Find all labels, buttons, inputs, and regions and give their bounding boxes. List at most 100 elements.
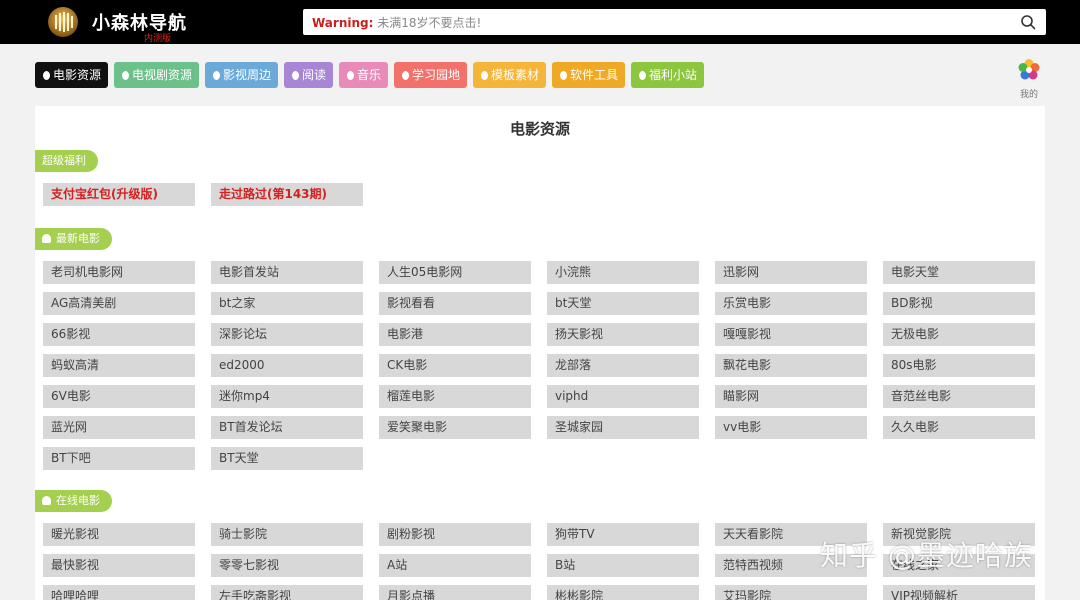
site-link[interactable]: 66影视 (43, 323, 195, 346)
search-icon[interactable] (1020, 14, 1036, 30)
site-link[interactable]: 左手吃斋影视 (211, 585, 363, 600)
site-link[interactable]: 艾玛影院 (715, 585, 867, 600)
site-link[interactable]: 音范丝电影 (883, 385, 1035, 408)
watermark: 知乎 @墨迹哈族 (820, 539, 1033, 572)
site-link[interactable]: 月影点播 (379, 585, 531, 600)
site-link[interactable]: bt天堂 (547, 292, 699, 315)
section-title: 超级福利 (42, 154, 86, 167)
tab-welfare[interactable]: 福利小站 (631, 62, 704, 88)
tab-music[interactable]: 音乐 (339, 62, 388, 88)
site-link[interactable]: 蚂蚁高清 (43, 354, 195, 377)
tab-software-tools[interactable]: 软件工具 (552, 62, 625, 88)
site-link[interactable]: 支付宝红包(升级版) (43, 183, 195, 206)
site-link[interactable]: 深影论坛 (211, 323, 363, 346)
top-header: 小森林导航 内测版 Warning: 未满18岁不要点击! (0, 0, 1080, 44)
my-account-label: 我的 (1019, 90, 1038, 100)
site-subtitle: 内测版 (144, 34, 172, 44)
tab-label: 福利小站 (649, 68, 698, 82)
site-link[interactable]: 哈哩哈哩 (43, 585, 195, 600)
site-link[interactable]: 彬彬影院 (547, 585, 699, 600)
site-link[interactable]: bt之家 (211, 292, 363, 315)
section-icon (42, 496, 51, 505)
site-link[interactable]: 爱笑聚电影 (379, 416, 531, 439)
tab-study[interactable]: 学习园地 (394, 62, 467, 88)
search-warning-text: 未满18岁不要点击! (377, 16, 482, 30)
site-link[interactable]: 暖光影视 (43, 523, 195, 546)
site-link[interactable]: AG高清美剧 (43, 292, 195, 315)
site-link[interactable]: BD影视 (883, 292, 1035, 315)
tab-label: 模板素材 (491, 68, 540, 82)
site-link[interactable]: BT下吧 (43, 447, 195, 470)
site-link[interactable]: VIP视频解析 (883, 585, 1035, 600)
site-link[interactable]: 迷你mp4 (211, 385, 363, 408)
search-placeholder: Warning: 未满18岁不要点击! (312, 14, 481, 31)
site-link[interactable]: ed2000 (211, 354, 363, 377)
tab-movie-resources[interactable]: 电影资源 (35, 62, 108, 88)
site-link[interactable]: 乐赏电影 (715, 292, 867, 315)
logo-icon[interactable] (48, 7, 78, 37)
site-link[interactable]: 瞄影网 (715, 385, 867, 408)
tab-film-peripherals[interactable]: 影视周边 (205, 62, 278, 88)
site-link[interactable]: 飘花电影 (715, 354, 867, 377)
page-title: 电影资源 (509, 120, 570, 138)
site-link[interactable]: B站 (547, 554, 699, 577)
section-super-welfare-badge: 超级福利 (35, 150, 98, 172)
site-link[interactable]: 扬天影视 (547, 323, 699, 346)
pin-icon (639, 71, 646, 80)
site-title[interactable]: 小森林导航 (92, 9, 187, 35)
site-link[interactable]: A站 (379, 554, 531, 577)
section-title: 在线电影 (56, 494, 100, 507)
site-link[interactable]: 电影港 (379, 323, 531, 346)
tab-templates[interactable]: 模板素材 (473, 62, 546, 88)
flower-avatar-icon (1018, 59, 1040, 80)
site-link[interactable]: BT天堂 (211, 447, 363, 470)
my-account-button[interactable]: 我的 (1016, 58, 1042, 100)
site-link[interactable]: 圣城家园 (547, 416, 699, 439)
search-input[interactable]: Warning: 未满18岁不要点击! (303, 9, 1046, 35)
pin-icon (292, 71, 299, 80)
site-link[interactable]: 骑士影院 (211, 523, 363, 546)
site-link[interactable]: 嘎嘎影视 (715, 323, 867, 346)
section-title: 最新电影 (56, 232, 100, 245)
tab-label: 阅读 (302, 68, 327, 82)
site-link[interactable]: 电影天堂 (883, 261, 1035, 284)
site-link[interactable]: 走过路过(第143期) (211, 183, 363, 206)
site-link[interactable]: vv电影 (715, 416, 867, 439)
pin-icon (43, 71, 50, 80)
site-link[interactable]: 人生05电影网 (379, 261, 531, 284)
site-link[interactable]: 老司机电影网 (43, 261, 195, 284)
pin-icon (402, 71, 409, 80)
tab-label: 学习园地 (412, 68, 461, 82)
site-link[interactable]: 影视看看 (379, 292, 531, 315)
site-link[interactable]: 最快影视 (43, 554, 195, 577)
tab-label: 音乐 (357, 68, 382, 82)
tab-tv-resources[interactable]: 电视剧资源 (114, 62, 199, 88)
pin-icon (347, 71, 354, 80)
site-link[interactable]: 蓝光网 (43, 416, 195, 439)
site-link[interactable]: 龙部落 (547, 354, 699, 377)
site-link[interactable]: CK电影 (379, 354, 531, 377)
tab-reading[interactable]: 阅读 (284, 62, 333, 88)
section-online-movies-badge: 在线电影 (35, 490, 112, 512)
search-warning-label: Warning: (312, 16, 374, 30)
site-link[interactable]: viphd (547, 385, 699, 408)
site-link[interactable]: 剧粉影视 (379, 523, 531, 546)
content-card: 电影资源 超级福利支付宝红包(升级版) 走过路过(第143期) 最新电影老司机电影网… (35, 106, 1045, 600)
site-link[interactable]: 无极电影 (883, 323, 1035, 346)
pin-icon (213, 71, 220, 80)
tab-label: 电视剧资源 (132, 68, 193, 82)
tab-label: 电影资源 (53, 68, 102, 82)
site-link[interactable]: BT首发论坛 (211, 416, 363, 439)
site-link[interactable]: 狗带TV (547, 523, 699, 546)
site-link[interactable]: 零零七影视 (211, 554, 363, 577)
site-link[interactable]: 久久电影 (883, 416, 1035, 439)
site-link[interactable]: 电影首发站 (211, 261, 363, 284)
section-latest-movies-badge: 最新电影 (35, 228, 112, 250)
site-link[interactable]: 榴莲电影 (379, 385, 531, 408)
site-link[interactable]: 迅影网 (715, 261, 867, 284)
site-link[interactable]: 6V电影 (43, 385, 195, 408)
pin-icon (122, 71, 129, 80)
site-link[interactable]: 小浣熊 (547, 261, 699, 284)
tab-label: 影视周边 (223, 68, 272, 82)
site-link[interactable]: 80s电影 (883, 354, 1035, 377)
